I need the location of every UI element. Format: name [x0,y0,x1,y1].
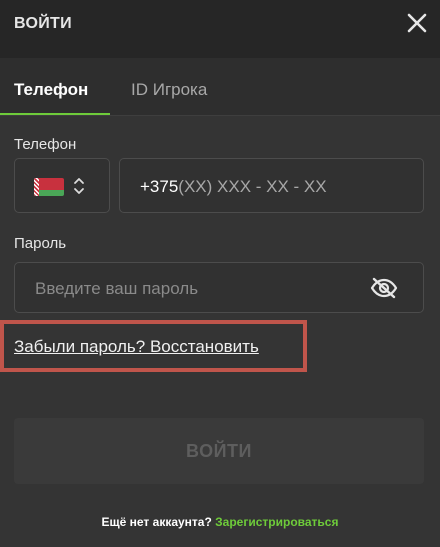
password-input[interactable]: Введите ваш пароль [14,262,424,313]
active-tab-indicator [0,113,110,115]
phone-mask: (XX) XXX - XX - XX [178,177,327,196]
modal-title: ВОЙТИ [14,15,72,32]
close-button[interactable] [404,10,430,36]
belarus-flag-icon [34,178,64,196]
modal-header: ВОЙТИ [0,0,440,58]
signup-prompt: Ещё нет аккаунта? Зарегистрироваться [0,515,440,529]
login-button-label: ВОЙТИ [186,441,252,461]
tab-phone[interactable]: Телефон [14,80,88,100]
no-account-text: Ещё нет аккаунта? [101,515,212,529]
forgot-password-link[interactable]: Забыли пароль? Восстановить [14,337,259,357]
login-button[interactable]: ВОЙТИ [14,418,424,484]
phone-prefix: +375 [140,177,179,196]
eye-slash-icon[interactable] [369,276,399,300]
password-placeholder: Введите ваш пароль [35,279,199,298]
country-code-select[interactable] [14,158,110,213]
updown-chevron-icon [74,178,84,194]
phone-label: Телефон [14,136,77,153]
tab-player-id[interactable]: ID Игрока [131,80,207,100]
close-icon [407,13,427,33]
register-link[interactable]: Зарегистрироваться [215,515,338,529]
password-label: Пароль [14,235,67,252]
phone-input[interactable]: +375(XX) XXX - XX - XX [119,158,424,213]
login-tabs: Телефон ID Игрока [0,58,440,116]
phone-input-value: +375(XX) XXX - XX - XX [140,177,327,197]
